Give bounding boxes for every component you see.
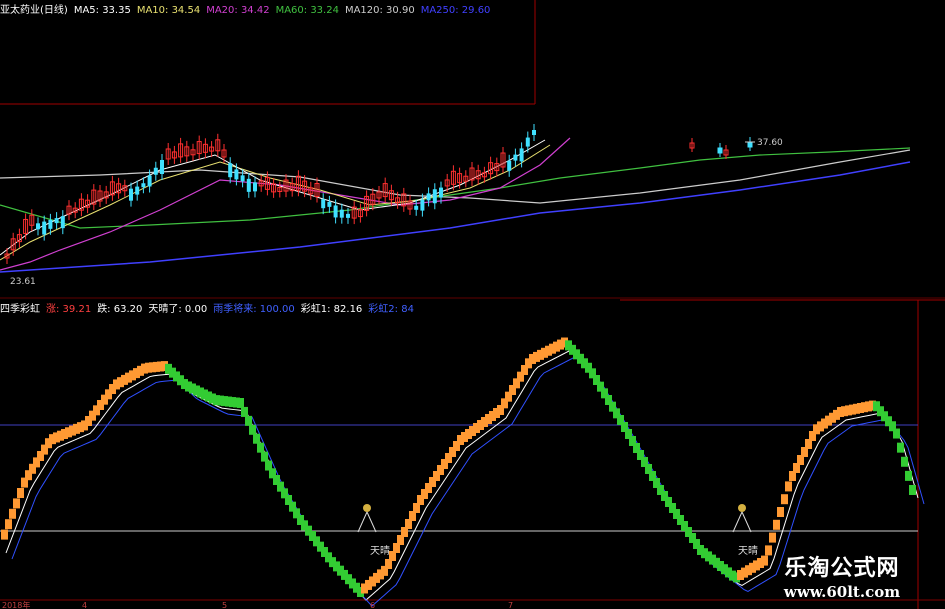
candle-down bbox=[333, 205, 338, 218]
candle-down bbox=[42, 221, 47, 235]
rainbow-block-up bbox=[781, 494, 788, 505]
candle-down bbox=[48, 219, 53, 229]
signal-line bbox=[366, 511, 377, 533]
candle-down bbox=[240, 175, 245, 182]
signal-line bbox=[357, 511, 368, 533]
rainbow-block-up bbox=[17, 488, 24, 498]
moving-average-lines bbox=[0, 137, 911, 273]
month-label-4: 4 bbox=[82, 601, 87, 609]
rainbow-block-down bbox=[909, 485, 916, 495]
signal-line bbox=[741, 511, 752, 533]
rainbow-block-up bbox=[777, 507, 784, 517]
candle-down bbox=[439, 187, 443, 198]
candle-down bbox=[60, 216, 65, 229]
ma-line-4 bbox=[0, 144, 551, 261]
candlesticks bbox=[4, 124, 753, 264]
candle-down bbox=[327, 201, 332, 207]
rainbow-block-down bbox=[245, 415, 252, 426]
rainbow-block-down bbox=[901, 456, 908, 467]
candle-down bbox=[507, 160, 512, 171]
month-label-7: 7 bbox=[508, 601, 513, 609]
candle-down bbox=[253, 182, 257, 192]
sunny-label-2: 天晴 bbox=[738, 544, 758, 557]
year-label: 2018年 bbox=[2, 600, 30, 609]
candle-down bbox=[432, 189, 437, 204]
candle-down bbox=[346, 213, 350, 218]
rainbow-block-up bbox=[1, 529, 8, 540]
candle-down bbox=[141, 183, 146, 188]
sunny-label-1: 天晴 bbox=[370, 544, 390, 557]
candle-down bbox=[234, 169, 239, 180]
candle-down bbox=[339, 209, 344, 218]
candle-down bbox=[513, 154, 518, 161]
watermark: 乐淘公式网 www.60lt.com bbox=[767, 550, 917, 601]
rainbow-block-up bbox=[5, 519, 12, 530]
sun-icon bbox=[363, 504, 371, 512]
candle-down bbox=[160, 160, 164, 174]
candle-down bbox=[36, 223, 40, 230]
rainbow-block-down bbox=[237, 398, 244, 408]
month-label-6: 6 bbox=[370, 601, 375, 609]
candle-down bbox=[717, 147, 723, 154]
candle-down bbox=[532, 130, 536, 135]
rainbow-block-up bbox=[769, 532, 776, 543]
candle-down bbox=[54, 218, 59, 224]
low-price-label: 23.61 bbox=[10, 277, 36, 287]
rainbow-block-up bbox=[785, 481, 792, 492]
candle-down bbox=[129, 188, 133, 201]
high-price-label: 37.60 bbox=[757, 138, 783, 148]
sun-icon bbox=[738, 504, 746, 512]
rainbow-block-up bbox=[13, 498, 20, 509]
candle-down bbox=[228, 163, 233, 178]
candle-down bbox=[426, 193, 431, 201]
rainbow-block-down bbox=[257, 442, 264, 453]
candle-down bbox=[246, 178, 251, 192]
candle-down bbox=[747, 141, 753, 148]
candle-down bbox=[153, 167, 158, 175]
rainbow-block-up bbox=[9, 508, 16, 519]
rainbow-block-down bbox=[241, 406, 248, 417]
candle-down bbox=[321, 199, 326, 209]
watermark-url: www.60lt.com bbox=[783, 583, 901, 601]
rainbow-block-up bbox=[773, 519, 780, 530]
rainbow-block-down bbox=[897, 442, 904, 453]
signal-line bbox=[732, 511, 743, 533]
watermark-title: 乐淘公式网 bbox=[784, 555, 900, 581]
stock-chart[interactable]: 23.61 37.60 天晴 天晴 2018年 4 5 6 7 bbox=[0, 0, 945, 609]
candle-down bbox=[525, 137, 530, 147]
rainbow-block-down bbox=[905, 470, 912, 481]
candle-down bbox=[414, 205, 419, 210]
rainbow-block-down bbox=[253, 433, 260, 444]
rainbow-block-down bbox=[893, 428, 900, 439]
candle-down bbox=[420, 199, 425, 211]
candle-down bbox=[147, 175, 152, 187]
rainbow-block-down bbox=[249, 424, 256, 435]
candle-down bbox=[135, 186, 140, 195]
candle-down bbox=[519, 148, 524, 162]
rainbow-block-down bbox=[261, 451, 268, 462]
month-label-5: 5 bbox=[222, 601, 227, 609]
